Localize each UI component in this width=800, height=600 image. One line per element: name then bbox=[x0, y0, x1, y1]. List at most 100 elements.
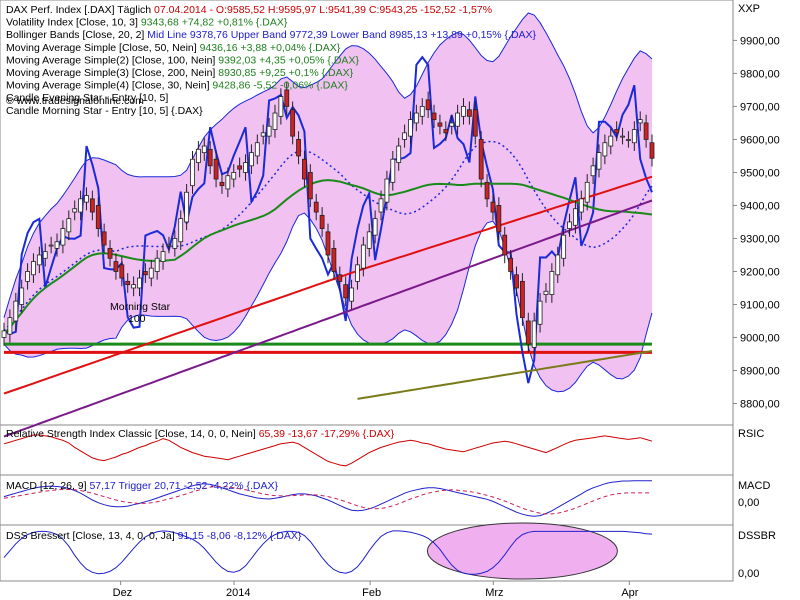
candle-body bbox=[455, 112, 461, 127]
candle-body bbox=[637, 119, 643, 124]
candle-body bbox=[331, 247, 337, 272]
x-tick-label: Dez bbox=[113, 587, 133, 599]
candle-body bbox=[402, 132, 407, 140]
candle-body bbox=[443, 129, 449, 134]
candle-body bbox=[384, 178, 390, 203]
candle-body bbox=[543, 290, 549, 295]
morning-star-annotation-value: 100 bbox=[128, 313, 146, 325]
candle-body bbox=[478, 139, 484, 180]
candle-body bbox=[284, 89, 290, 107]
candle-body bbox=[549, 271, 555, 295]
candle-body bbox=[461, 106, 466, 117]
candle-body bbox=[249, 152, 254, 167]
candle-body bbox=[137, 277, 142, 289]
price-tick-label: 9400,00 bbox=[740, 200, 780, 212]
candle-body bbox=[290, 109, 296, 137]
candle-body bbox=[413, 112, 419, 124]
legend-item: DAX Perf. Index [.DAX] Täglich 07.04.201… bbox=[6, 4, 492, 16]
macd-axis-label: MACD bbox=[738, 480, 770, 492]
candle-body bbox=[296, 139, 301, 157]
candle-body bbox=[78, 198, 83, 213]
x-tick-label: Feb bbox=[362, 587, 381, 599]
candle-body bbox=[643, 122, 649, 140]
legend-item-label: DAX Perf. Index [.DAX] Täglich bbox=[6, 4, 154, 16]
x-tick-label: 2014 bbox=[226, 587, 250, 599]
legend-item-values: Mid Line 9378,76 Upper Band 9772,39 Lowe… bbox=[147, 29, 536, 41]
legend-item: Moving Average Simple(3) [Close, 200, Ne… bbox=[6, 67, 354, 79]
candle-body bbox=[48, 244, 54, 247]
macd-zero-tick: 0,00 bbox=[738, 497, 759, 509]
price-tick-label: 9000,00 bbox=[740, 332, 780, 344]
candle-body bbox=[131, 284, 137, 289]
candle-body bbox=[172, 238, 178, 249]
candle-body bbox=[531, 320, 537, 348]
candle-body bbox=[343, 284, 349, 299]
candle-body bbox=[42, 251, 48, 259]
price-tick-label: 9600,00 bbox=[740, 134, 780, 146]
candle-body bbox=[113, 261, 119, 272]
candle-body bbox=[360, 244, 366, 269]
candle-body bbox=[154, 257, 160, 272]
candle-body bbox=[95, 205, 101, 229]
legend-item-label: Moving Average Simple(2) [Close, 100, Ne… bbox=[6, 54, 218, 66]
candle-body bbox=[537, 300, 543, 325]
candle-body bbox=[449, 122, 455, 127]
legend-item-label: Moving Average Simple(4) [Close, 30, Nei… bbox=[6, 80, 212, 92]
legend-item: Volatility Index [Close, 10, 3] 9343,68 … bbox=[6, 17, 288, 29]
candle-body bbox=[496, 205, 502, 233]
candle-body bbox=[201, 145, 207, 154]
candle-body bbox=[567, 221, 572, 229]
price-tick-label: 9100,00 bbox=[740, 299, 780, 311]
legend-item-values: 8930,85 +9,25 +0,1% {.DAX} bbox=[218, 67, 353, 79]
candle-body bbox=[237, 165, 243, 170]
candle-body bbox=[178, 218, 184, 243]
candle-body bbox=[431, 112, 437, 121]
legend-item-values: 9428,86 -5,52 -0,06% {.DAX} bbox=[212, 80, 348, 92]
candle-body bbox=[225, 175, 231, 190]
candle-body bbox=[272, 112, 278, 130]
candle-body bbox=[213, 158, 219, 180]
candle-body bbox=[313, 201, 319, 213]
candle-body bbox=[590, 165, 596, 177]
candle-body bbox=[602, 142, 608, 157]
candle-body bbox=[614, 129, 620, 134]
price-tick-label: 9200,00 bbox=[740, 266, 780, 278]
candle-body bbox=[19, 287, 25, 305]
candle-body bbox=[502, 234, 508, 256]
candle-body bbox=[160, 251, 166, 262]
candle-body bbox=[555, 254, 561, 276]
candle-body bbox=[89, 198, 95, 213]
candle-body bbox=[490, 201, 496, 213]
candle-body bbox=[437, 122, 443, 127]
candle-body bbox=[1, 330, 7, 338]
candle-body bbox=[620, 135, 625, 138]
price-tick-label: 9500,00 bbox=[740, 167, 780, 179]
candle-body bbox=[66, 218, 72, 233]
candle-body bbox=[207, 148, 213, 167]
candle-body bbox=[184, 191, 190, 223]
candle-body bbox=[355, 264, 360, 282]
candle-body bbox=[13, 300, 19, 322]
candle-body bbox=[608, 135, 614, 147]
candle-body bbox=[36, 254, 42, 266]
legend-item-values: 9436,16 +3,88 +0,04% {.DAX} bbox=[200, 42, 341, 54]
candle-body bbox=[466, 109, 472, 117]
price-tick-label: 9900,00 bbox=[740, 35, 780, 47]
candle-body bbox=[25, 271, 30, 282]
candle-body bbox=[514, 274, 519, 289]
candle-body bbox=[243, 162, 248, 173]
x-tick-label: Apr bbox=[621, 587, 638, 599]
dss-axis-label: DSSBR bbox=[738, 530, 776, 542]
candle-body bbox=[584, 181, 590, 203]
candle-body bbox=[408, 119, 413, 137]
watermark: © www.tradesignalonline.com bbox=[6, 95, 144, 107]
candle-body bbox=[219, 181, 225, 187]
candle-body bbox=[101, 231, 107, 246]
price-axis-label: XXP bbox=[738, 3, 760, 15]
candle-body bbox=[366, 231, 372, 249]
candle-body bbox=[390, 158, 396, 183]
price-tick-label: 9800,00 bbox=[740, 68, 780, 80]
candle-body bbox=[7, 317, 13, 335]
legend-item-label: Moving Average Simple(3) [Close, 200, Ne… bbox=[6, 67, 218, 79]
candle-body bbox=[54, 241, 60, 249]
